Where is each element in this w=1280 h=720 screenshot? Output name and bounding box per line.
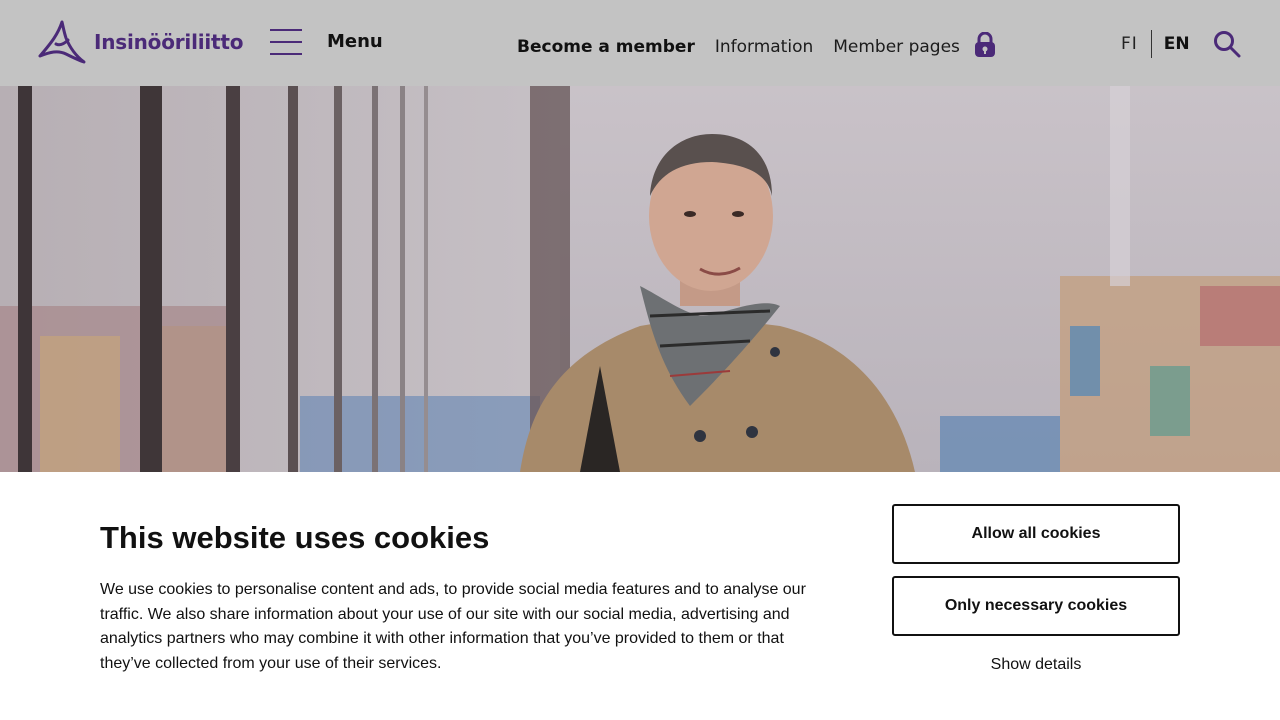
hero-image bbox=[0, 86, 1280, 472]
cookie-description: We use cookies to personalise content an… bbox=[100, 581, 806, 673]
cookie-banner: This website uses cookies We use cookies… bbox=[0, 472, 1280, 720]
cookie-title: This website uses cookies bbox=[100, 520, 490, 555]
lang-fi[interactable]: FI bbox=[1121, 34, 1151, 54]
main-nav: Become a member Information Member pages bbox=[517, 31, 996, 62]
nav-information[interactable]: Information bbox=[715, 37, 813, 57]
nav-become-member[interactable]: Become a member bbox=[517, 37, 695, 57]
language-switcher: FI EN bbox=[1121, 30, 1190, 58]
hero-photo bbox=[0, 86, 1280, 472]
allow-all-cookies-button[interactable]: Allow all cookies bbox=[892, 504, 1180, 564]
menu-button[interactable]: Menu bbox=[270, 29, 383, 55]
lang-en[interactable]: EN bbox=[1152, 34, 1190, 54]
logo-link[interactable]: Insinööriliitto bbox=[36, 20, 244, 64]
lock-icon[interactable] bbox=[974, 31, 996, 62]
only-necessary-cookies-button[interactable]: Only necessary cookies bbox=[892, 576, 1180, 636]
logo-text: Insinööriliitto bbox=[94, 30, 244, 54]
site-header: Insinööriliitto Menu Become a member Inf… bbox=[0, 0, 1280, 86]
search-icon[interactable] bbox=[1213, 30, 1241, 62]
menu-label: Menu bbox=[327, 30, 383, 52]
logo-mark-icon bbox=[38, 20, 86, 64]
hamburger-icon bbox=[270, 29, 302, 55]
show-details-link[interactable]: Show details bbox=[892, 656, 1180, 674]
nav-member-pages[interactable]: Member pages bbox=[833, 37, 960, 57]
